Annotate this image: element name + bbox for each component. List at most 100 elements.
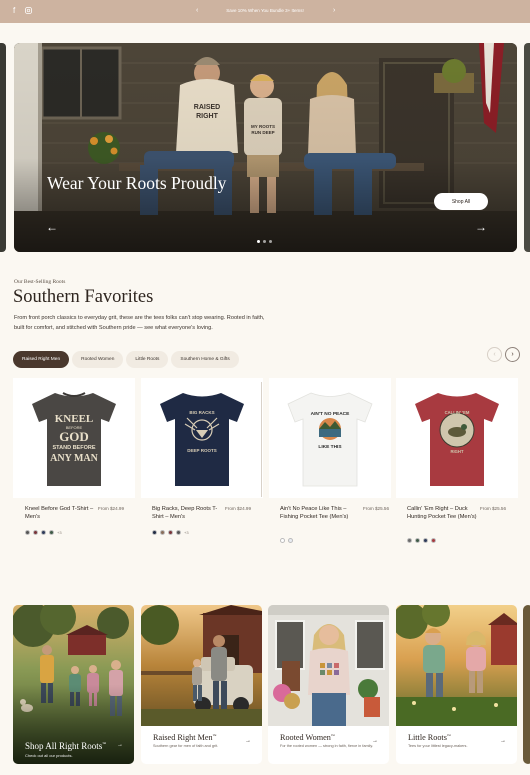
collection-title: Shop All Right Roots™ [25,741,106,751]
section-description: From front porch classics to everyday gr… [14,315,265,331]
color-swatch[interactable] [280,538,285,544]
carousel-divider [261,382,262,497]
product-price-4: From $25.56 [480,506,507,511]
collection-footer: Rooted Women™ For the rooted women — str… [268,726,389,764]
arrow-right-icon: → [245,738,251,744]
collection-image-woman-porch [268,605,389,726]
product-swatches-2: +3 [152,524,189,536]
collection-card-peek[interactable] [523,605,530,764]
trademark-badge: ™ [102,741,107,746]
trademark-badge: ™ [330,733,335,738]
print-line: STAND BEFORE [53,445,96,451]
print-line: BIG RACKS [189,410,214,415]
announcement-label: Save 10% When You Bundle 3+ Items! [226,8,304,13]
product-name-2[interactable]: Big Racks, Deep Roots T-Shirt – Men's [152,505,227,521]
color-swatch[interactable] [176,530,181,536]
collection-title: Little Roots™ [408,733,451,742]
print-line: GOD [59,429,89,444]
collection-card-raised-right-men[interactable]: Raised Right Men™ Southern gear for men … [141,605,262,764]
announcement-bar: f ‹ Save 10% When You Bundle 3+ Items! › [0,0,530,23]
product-name-3[interactable]: Ain't No Peace Like This – Fishing Pocke… [280,505,360,521]
color-swatch[interactable] [288,538,293,544]
print-line: DEEP ROOTS [187,448,216,453]
print-line: LIKE THIS [318,444,342,450]
arrow-right-icon: → [500,738,506,744]
collection-image-kids-field [396,605,517,726]
print-line: CALLIN' 'EM [445,410,470,415]
hero-dot-2[interactable] [263,240,266,243]
announcement-next-icon[interactable]: › [333,6,335,16]
color-swatch[interactable] [41,530,46,536]
more-colors: +3 [184,530,189,536]
hero-next-slide-peek[interactable] [524,43,530,252]
color-swatch[interactable] [423,538,428,544]
collection-title: Rooted Women™ [280,733,335,742]
product-image-3: AIN'T NO PEACE LIKE THIS [287,392,373,487]
collection-subtitle: For the rooted women — strong in faith, … [280,744,373,748]
tab-southern-home-gifts[interactable]: Southern Home & Gifts [171,351,239,368]
product-image-2: BIG RACKS DEEP ROOTS [160,393,244,486]
color-swatch[interactable] [168,530,173,536]
collection-subtitle: Check out all our products. [25,753,73,758]
color-swatch[interactable] [431,538,436,544]
color-swatch[interactable] [33,530,38,536]
product-card-4[interactable]: CALLIN' 'EM RIGHT [396,378,518,498]
collection-footer: Raised Right Men™ Southern gear for men … [141,726,262,764]
trademark-badge: ™ [212,733,217,738]
section-title: Southern Favorites [13,287,154,307]
product-card-2[interactable]: BIG RACKS DEEP ROOTS [141,378,263,498]
trademark-badge: ™ [446,733,451,738]
hero-next-arrow-icon[interactable]: → [475,221,487,233]
color-swatch[interactable] [160,530,165,536]
arrow-right-icon: → [117,742,123,748]
color-swatch[interactable] [407,538,412,544]
collection-subtitle: Southern gear for men of faith and grit. [153,744,219,748]
announcement-text: Save 10% When You Bundle 3+ Items! [0,7,530,15]
product-swatches-1: +3 [25,524,62,536]
color-swatch[interactable] [152,530,157,536]
product-image-4: CALLIN' 'EM RIGHT [415,393,499,486]
tab-raised-right-men[interactable]: Raised Right Men [13,351,70,368]
product-swatches-3 [280,532,296,544]
arrow-right-icon: → [372,738,378,744]
hero-family-photo: RAISED RIGHT MY ROOTS RUN DEEP [14,43,517,252]
collection-card-shop-all[interactable]: Shop All Right Roots™ Check out all our … [13,605,134,764]
product-name-4[interactable]: Callin' 'Em Right – Duck Hunting Pocket … [407,505,487,521]
hero-dot-1[interactable] [257,240,260,243]
collection-title: Raised Right Men™ [153,733,217,742]
collection-title-text: Little Roots [408,733,447,742]
hero-slide: RAISED RIGHT MY ROOTS RUN DEEP Wear Your… [14,43,517,252]
collection-title-text: Rooted Women [280,733,331,742]
hero-dot-3[interactable] [269,240,272,243]
collection-footer: Little Roots™ Tees for your littlest leg… [396,726,517,764]
product-price-3: From $25.56 [363,506,390,511]
tab-rooted-women[interactable]: Rooted Women [72,351,124,368]
tab-little-roots[interactable]: Little Roots [126,351,169,368]
hero-title: Wear Your Roots Proudly [47,173,227,193]
product-swatches-4 [407,532,439,544]
collection-card-little-roots[interactable]: Little Roots™ Tees for your littlest leg… [396,605,517,764]
collection-title-text: Raised Right Men [153,733,213,742]
product-name-1[interactable]: Kneel Before God T-Shirt – Men's [25,505,95,521]
category-tabs: Raised Right Men Rooted Women Little Roots… [13,347,242,368]
print-line: AIN'T NO PEACE [311,411,351,417]
more-colors: +3 [57,530,62,536]
shop-all-button[interactable]: Shop All [434,193,488,210]
color-swatch[interactable] [25,530,30,536]
section-eyebrow: Our Best-Selling Roots [14,279,66,285]
hero-pagination [257,230,275,243]
product-price-1: From $24.99 [98,506,125,511]
products-next-button[interactable]: › [505,347,520,362]
collection-card-rooted-women[interactable]: Rooted Women™ For the rooted women — str… [268,605,389,764]
products-prev-button[interactable]: ‹ [487,347,502,362]
print-line: RIGHT [450,449,463,454]
hero-prev-slide-peek[interactable] [0,43,6,252]
hero-prev-arrow-icon[interactable]: ← [46,221,58,233]
product-price-2: From $24.99 [225,506,252,511]
collection-title-text: Shop All Right Roots [25,741,103,751]
product-card-3[interactable]: AIN'T NO PEACE LIKE THIS [269,378,391,498]
print-line: ANY MAN [50,453,98,464]
color-swatch[interactable] [415,538,420,544]
product-card-1[interactable]: KNEEL BEFORE GOD STAND BEFORE ANY MAN [13,378,135,498]
color-swatch[interactable] [49,530,54,536]
